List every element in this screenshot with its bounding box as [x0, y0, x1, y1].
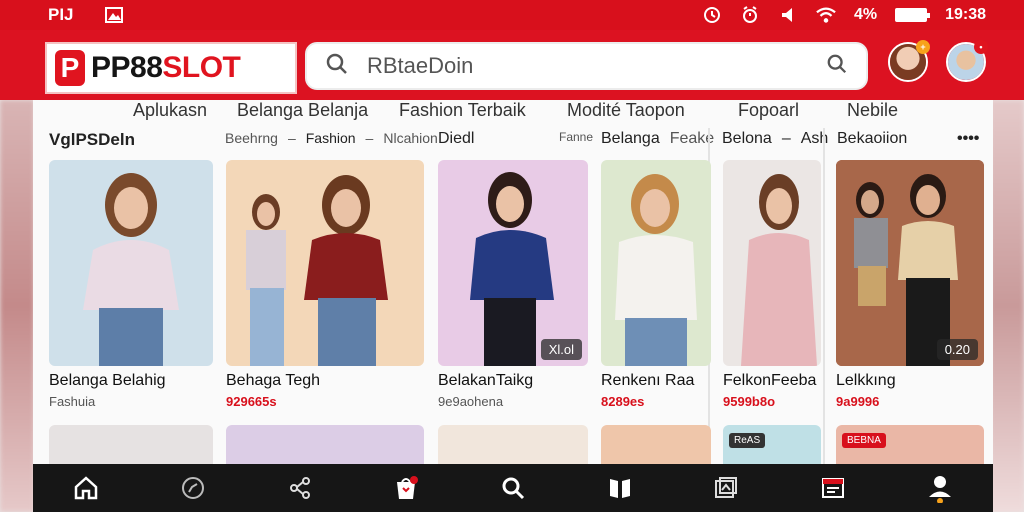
breadcrumb-item[interactable]: Nlcahion	[383, 130, 437, 146]
clock-icon	[702, 5, 722, 25]
product-card[interactable]: Xl.ol BelakanTaikg 9e9aohena	[438, 160, 588, 409]
product-name: Renkenı Raa	[601, 372, 695, 389]
notification-badge: +	[916, 40, 930, 54]
product-photo	[49, 160, 213, 366]
profile-icon[interactable]	[920, 468, 960, 508]
gallery-status-icon	[104, 5, 124, 25]
product-card[interactable]: Belanga Belahig Fashuia	[49, 160, 213, 409]
product-tag: 0.20	[936, 339, 978, 360]
column-more-link[interactable]: Fanne	[559, 130, 593, 144]
bag-icon[interactable]	[386, 468, 426, 508]
app-header: P PP88SLOT + •	[0, 30, 1024, 100]
breadcrumb-item[interactable]: Fashion	[306, 130, 356, 146]
discover-icon[interactable]	[173, 468, 213, 508]
tab-item[interactable]: Fashion Terbaik	[399, 100, 526, 121]
product-card[interactable]: ReAS	[723, 425, 821, 464]
column-title: Bekaoiion	[837, 130, 908, 147]
product-category: Fashuia	[49, 394, 96, 409]
product-card[interactable]: Renkenı Raa 8289es	[601, 160, 711, 409]
tab-item[interactable]: Modité Taopon	[567, 100, 685, 121]
app-logo[interactable]: P PP88SLOT	[45, 42, 297, 94]
volume-icon	[778, 5, 798, 25]
column-title: Belona – Ash	[722, 130, 829, 147]
product-photo: 0.20	[836, 160, 984, 366]
battery-percent: 4%	[853, 6, 878, 23]
share-icon[interactable]	[280, 468, 320, 508]
section-title: VglPSDeln	[49, 130, 135, 149]
product-photo	[226, 160, 424, 366]
category-tabs: Aplukasn Belanga Belanja Fashion Terbaik…	[33, 100, 993, 124]
product-price: 9599b8o	[723, 394, 776, 409]
product-card[interactable]	[226, 425, 424, 464]
product-tag: ReAS	[729, 433, 766, 448]
message-badge: •	[974, 40, 988, 54]
product-card[interactable]	[49, 425, 213, 464]
book-icon[interactable]	[600, 468, 640, 508]
search-icon	[325, 52, 349, 81]
product-name: Lelkkıng	[836, 372, 896, 389]
product-card[interactable]: 0.20 Lelkkıng 9a9996	[836, 160, 984, 409]
search-input[interactable]	[367, 53, 808, 79]
user-avatar[interactable]: +	[888, 40, 930, 82]
battery-icon	[895, 8, 931, 22]
product-card[interactable]	[601, 425, 711, 464]
product-tag: BEBNA	[842, 433, 886, 448]
tab-item[interactable]: Belanga Belanja	[237, 100, 368, 121]
background-blur-left	[0, 100, 34, 512]
product-card[interactable]: BEBNA	[836, 425, 984, 464]
breadcrumb: Beehrng – Fashion – Nlcahion	[225, 130, 438, 146]
product-card[interactable]: Behaga Tegh 929665s	[226, 160, 424, 409]
gallery-icon[interactable]	[706, 468, 746, 508]
search-bar[interactable]	[305, 42, 868, 90]
search-nav-icon[interactable]	[493, 468, 533, 508]
home-icon[interactable]	[66, 468, 106, 508]
news-icon[interactable]	[813, 468, 853, 508]
status-time: 19:38	[945, 6, 986, 23]
product-price: 929665s	[226, 394, 277, 409]
column-title: Diedl	[438, 130, 475, 147]
product-name: Belanga Belahig	[49, 372, 166, 389]
product-card[interactable]	[438, 425, 588, 464]
secondary-avatar[interactable]: •	[946, 40, 988, 82]
status-bar: PIJ 4% 19:38	[0, 0, 1024, 30]
product-photo	[723, 160, 821, 366]
logo-p-icon: P	[55, 50, 85, 86]
product-card[interactable]: FelkonFeeba 9599b8o	[723, 160, 821, 409]
product-name: FelkonFeeba	[723, 372, 817, 389]
tab-item[interactable]: Fopoarl	[738, 100, 799, 121]
product-photo: Xl.ol	[438, 160, 588, 366]
breadcrumb-item[interactable]: Beehrng	[225, 130, 278, 146]
status-left-text: PIJ	[48, 5, 74, 24]
tab-item[interactable]: Nebile	[847, 100, 898, 121]
column-divider	[823, 128, 825, 464]
search-submit-icon[interactable]	[826, 53, 848, 80]
product-price: 9a9996	[836, 394, 880, 409]
product-tag: Xl.ol	[540, 339, 582, 360]
product-name: BelakanTaikg	[438, 372, 534, 389]
column-title: Belanga Feake	[601, 130, 715, 147]
product-name: Behaga Tegh	[226, 372, 321, 389]
bottom-navigation	[33, 464, 993, 512]
alarm-icon	[740, 5, 760, 25]
product-category: 9e9aohena	[438, 394, 504, 409]
wifi-icon	[816, 5, 836, 25]
product-price: 8289es	[601, 394, 645, 409]
product-photo	[601, 160, 711, 366]
more-options-icon[interactable]: ••••	[957, 130, 979, 148]
background-blur-right	[990, 100, 1024, 512]
logo-text: PP88SLOT	[91, 51, 241, 84]
tab-item[interactable]: Aplukasn	[133, 100, 207, 121]
main-content: Aplukasn Belanga Belanja Fashion Terbaik…	[33, 100, 993, 464]
